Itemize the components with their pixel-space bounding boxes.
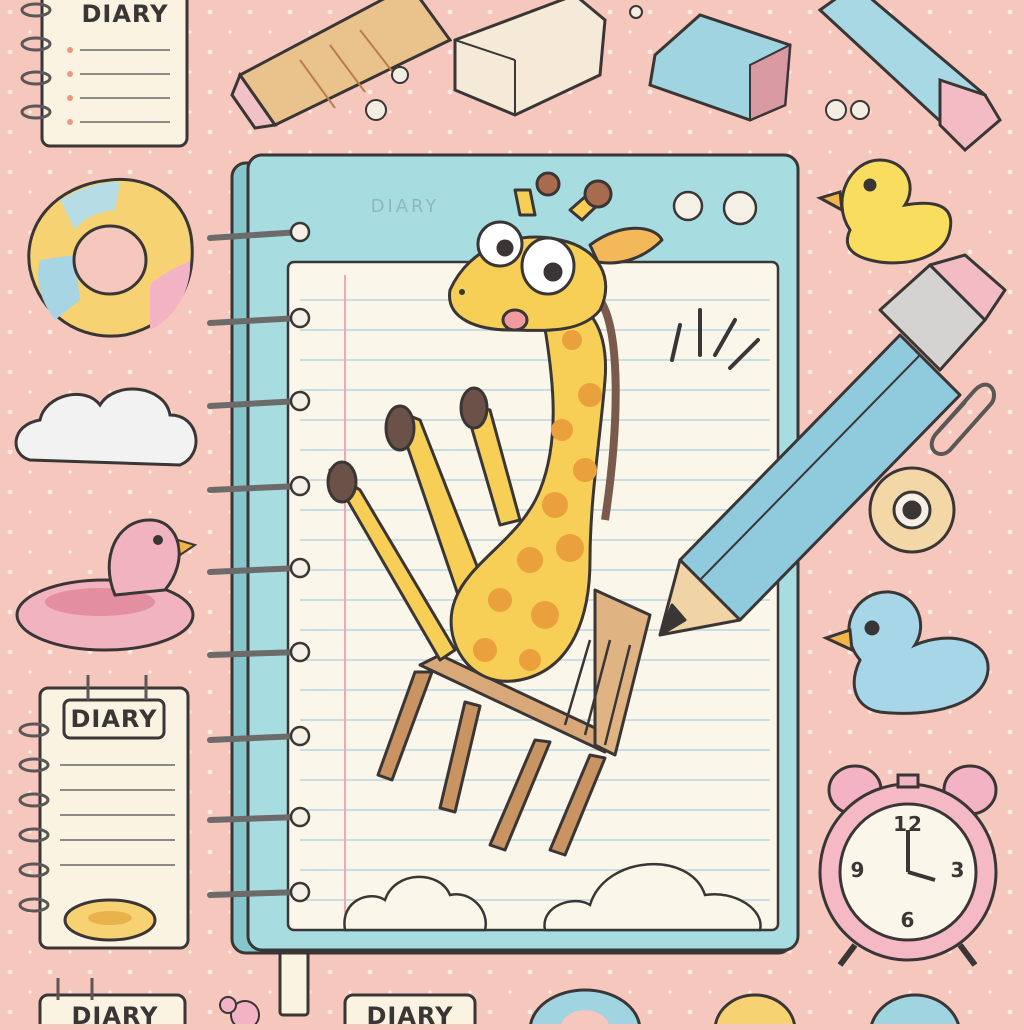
clock-number-12: 12 xyxy=(893,812,923,836)
swim-ring xyxy=(27,177,194,338)
diary-label-top-left: DIARY xyxy=(81,0,169,28)
tape-roll xyxy=(868,466,956,554)
clock-number-9: 9 xyxy=(850,858,866,882)
notebook-cover-title: DIARY xyxy=(370,196,440,217)
diary-label-bottom-left: DIARY xyxy=(71,1002,159,1030)
illustration xyxy=(0,0,1024,1024)
clock-number-3: 3 xyxy=(950,858,966,882)
diary-label-mid-left: DIARY xyxy=(70,705,158,733)
clock-number-6: 6 xyxy=(900,908,916,932)
diary-label-bottom-center: DIARY xyxy=(366,1002,454,1030)
